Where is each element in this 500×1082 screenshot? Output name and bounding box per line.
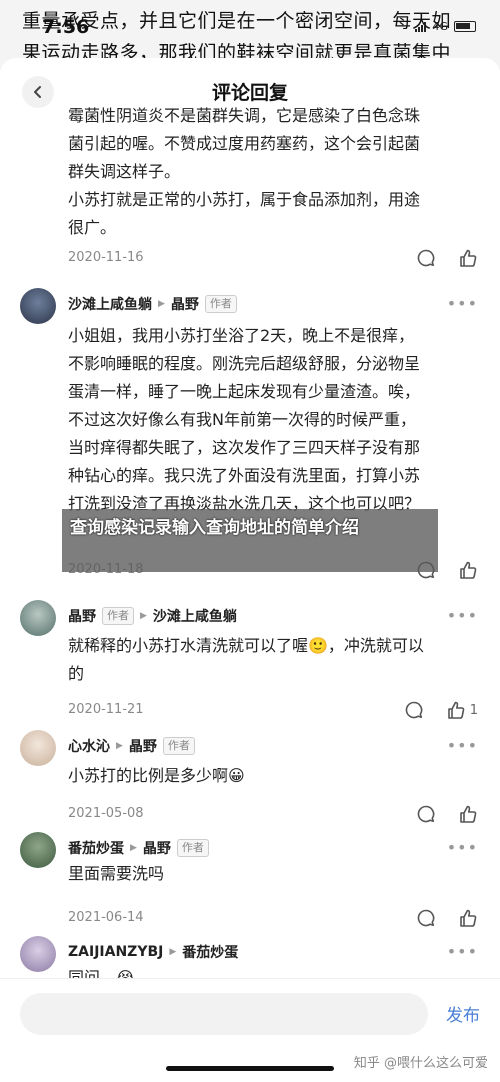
reply-arrow-icon: ▶ <box>130 843 137 853</box>
more-dots-icon[interactable]: ••• <box>447 838 478 857</box>
author-badge: 作者 <box>102 607 134 625</box>
comment-header: 番茄炒蛋 ▶ 晶野 作者 <box>68 838 209 858</box>
send-button[interactable]: 发布 <box>446 1001 480 1026</box>
text-line: 当时痒得都失眠了，这次发作了三四天样子没有那 <box>68 438 421 457</box>
more-dots-icon[interactable]: ••• <box>447 294 478 313</box>
input-bar: 发布 <box>0 978 500 1048</box>
username[interactable]: ZAIJIANZYBJ <box>68 944 163 960</box>
home-indicator[interactable] <box>166 1066 334 1071</box>
avatar[interactable] <box>20 600 56 636</box>
comment-icon <box>417 249 435 267</box>
comment-text: 小苏打的比例是多少啊😀 <box>68 762 478 790</box>
reply-action[interactable] <box>404 700 424 720</box>
page-title: 评论回复 <box>211 82 288 104</box>
text-line: 群失调这样子。 <box>68 162 181 181</box>
reply-to-username[interactable]: 晶野 <box>129 736 157 756</box>
reply-to-username[interactable]: 沙滩上咸鱼躺 <box>153 606 237 626</box>
comment-text: 小姐姐，我用小苏打坐浴了2天，晚上不是很痒， 不影响睡眠的程度。刚洗完后超级舒服… <box>68 322 478 518</box>
comment-icon <box>417 805 435 823</box>
comment-date: 2020-11-21 <box>68 702 144 717</box>
status-icons: 4G <box>415 20 476 33</box>
avatar[interactable] <box>20 288 56 324</box>
comment-date: 2021-06-14 <box>68 910 144 925</box>
text-line: 霉菌性阴道炎不是菌群失调，它是感染了白色念珠 <box>68 106 421 125</box>
title-banner: 查询感染记录输入查询地址的简单介绍 <box>62 509 438 572</box>
reply-to-username[interactable]: 晶野 <box>171 294 199 314</box>
partial-comment-text: 霉菌性阴道炎不是菌群失调，它是感染了白色念珠 菌引起的喔。不赞成过度用药塞药，这… <box>68 106 478 242</box>
avatar[interactable] <box>20 730 56 766</box>
text-line: 不影响睡眠的程度。刚洗完后超级舒服，分泌物呈 <box>68 354 421 373</box>
reply-arrow-icon: ▶ <box>140 611 147 621</box>
like-action[interactable] <box>458 908 478 928</box>
comment-text: 就稀释的小苏打水清洗就可以了喔🙂，冲洗就可以 的 <box>68 632 478 688</box>
comment-input[interactable] <box>20 993 428 1035</box>
comment-meta: 2020-11-21 1 <box>68 698 478 722</box>
comment-header: ZAIJIANZYBJ ▶ 番茄炒蛋 <box>68 942 238 962</box>
thumbs-up-icon <box>460 249 477 267</box>
text-line: 菌引起的喔。不赞成过度用药塞药，这个会引起菌 <box>68 134 421 153</box>
reply-action[interactable] <box>416 804 436 824</box>
reply-arrow-icon: ▶ <box>169 947 177 957</box>
username[interactable]: 晶野 <box>68 606 96 626</box>
text-line: 不过这次好像么有我N年前第一次得的时候严重， <box>68 410 416 429</box>
comment-header: 晶野 作者 ▶ 沙滩上咸鱼躺 <box>68 606 237 626</box>
username[interactable]: 沙滩上咸鱼躺 <box>68 294 152 314</box>
text-line: 就稀释的小苏打水清洗就可以了喔🙂，冲洗就可以 <box>68 636 424 655</box>
signal-icon <box>415 21 427 32</box>
status-time: 7:56 <box>42 16 90 38</box>
reply-arrow-icon: ▶ <box>116 741 123 751</box>
more-dots-icon[interactable]: ••• <box>447 606 478 625</box>
text-line: 很广。 <box>68 218 117 237</box>
comment-header: 心水沁 ▶ 晶野 作者 <box>68 736 195 756</box>
like-action[interactable] <box>458 804 478 824</box>
comment-meta: 2020-11-16 <box>68 246 478 270</box>
author-badge: 作者 <box>176 839 209 857</box>
comment-text: 里面需要洗吗 <box>68 860 478 888</box>
more-dots-icon[interactable]: ••• <box>447 736 478 755</box>
like-action[interactable] <box>458 248 478 268</box>
footer: 知乎 @喂什么这么可爱 <box>0 1048 500 1082</box>
comment-date: 2020-11-16 <box>68 250 144 265</box>
username[interactable]: 番茄炒蛋 <box>68 838 124 858</box>
like-action[interactable]: 1 <box>446 700 478 720</box>
thumbs-up-icon <box>460 561 477 579</box>
author-badge: 作者 <box>162 737 195 755</box>
network-label: 4G <box>432 20 448 33</box>
comment-meta: 2021-06-14 <box>68 906 478 930</box>
comment-meta: 2021-05-08 <box>68 802 478 826</box>
text-line: 小苏打的比例是多少啊😀 <box>68 766 245 785</box>
like-action[interactable] <box>458 560 478 580</box>
reply-arrow-icon: ▶ <box>158 299 165 309</box>
reply-action[interactable] <box>416 248 436 268</box>
text-line: 里面需要洗吗 <box>68 864 165 883</box>
battery-icon <box>454 21 476 32</box>
comment-header: 沙滩上咸鱼躺 ▶ 晶野 作者 <box>68 294 237 314</box>
comment-date: 2021-05-08 <box>68 806 144 821</box>
banner-text: 查询感染记录输入查询地址的简单介绍 <box>70 518 359 538</box>
reply-action[interactable] <box>416 908 436 928</box>
avatar[interactable] <box>20 936 56 972</box>
author-badge: 作者 <box>204 295 237 313</box>
text-line: 的 <box>68 664 85 683</box>
reply-to-username[interactable]: 番茄炒蛋 <box>182 942 238 962</box>
text-line: 种钻心的痒。我只洗了外面没有洗里面，打算小苏 <box>68 466 421 485</box>
username[interactable]: 心水沁 <box>68 736 110 756</box>
more-dots-icon[interactable]: ••• <box>447 942 478 961</box>
avatar[interactable] <box>20 832 56 868</box>
watermark: 知乎 @喂什么这么可爱 <box>353 1056 488 1071</box>
thumbs-up-icon <box>447 701 465 719</box>
comment-icon <box>405 701 423 719</box>
text-line: 小姐姐，我用小苏打坐浴了2天，晚上不是很痒， <box>68 326 415 345</box>
comment-icon <box>417 909 435 927</box>
text-line: 蛋清一样，睡了一晚上起床发现有少量渣渣。唉， <box>68 382 421 401</box>
text-line: 小苏打就是正常的小苏打，属于食品添加剂，用途 <box>68 190 421 209</box>
thumbs-up-icon <box>460 805 477 823</box>
like-count: 1 <box>469 702 478 718</box>
thumbs-up-icon <box>460 909 477 927</box>
reply-to-username[interactable]: 晶野 <box>143 838 171 858</box>
